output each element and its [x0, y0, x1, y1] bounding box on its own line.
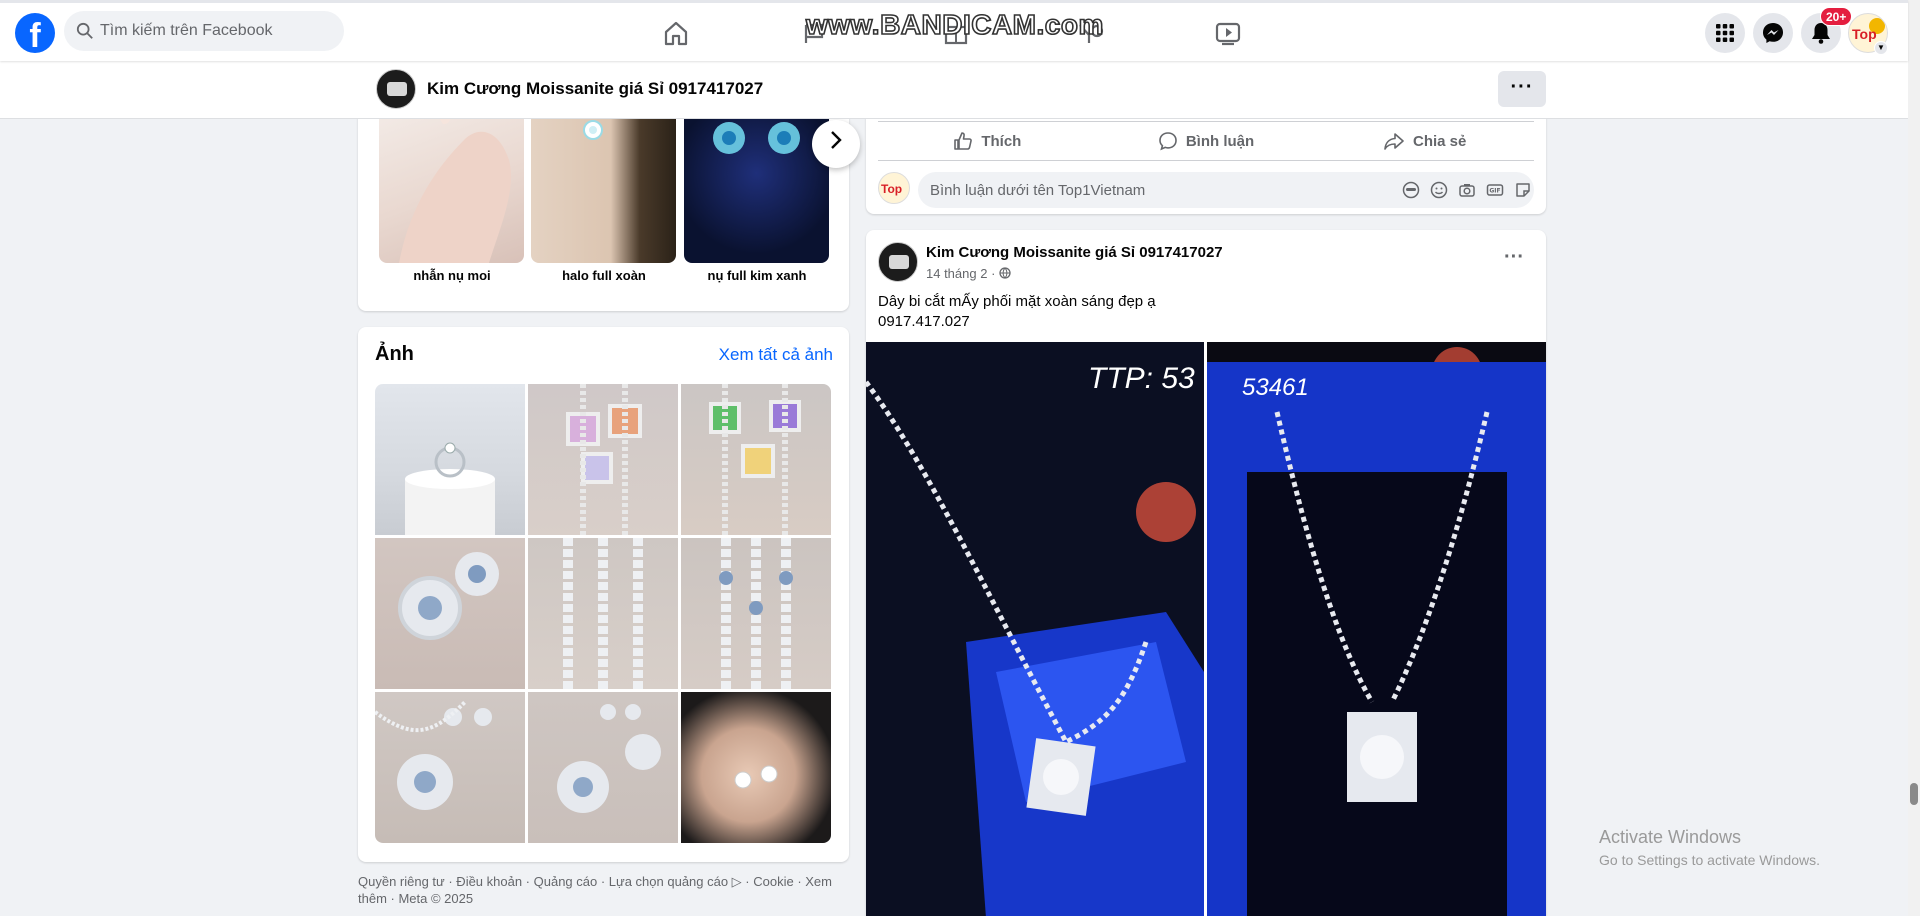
chevron-down-icon[interactable]: ▼: [1874, 41, 1888, 55]
post-image-1[interactable]: TTP: 53: [866, 342, 1204, 916]
photo-thumbnail-4[interactable]: [375, 538, 525, 689]
photos-card: Ảnh Xem tất cả ảnh: [358, 327, 849, 862]
sticker-icon[interactable]: [1514, 181, 1532, 199]
featured-label-1[interactable]: nhẫn nụ moi: [376, 268, 528, 283]
chevron-right-icon: [831, 131, 842, 149]
blue-stone-bracelets-photo: [719, 538, 793, 689]
photos-heading: Ảnh: [375, 343, 414, 365]
footer-links[interactable]: Quyền riêng tư · Điều khoản · Quảng cáo …: [358, 873, 858, 907]
featured-label-3[interactable]: nụ full kim xanh: [681, 268, 833, 283]
like-button[interactable]: Thích: [878, 122, 1097, 160]
photo-thumbnail-9[interactable]: [681, 692, 831, 843]
menu-grid-icon: [1716, 24, 1734, 42]
avatar-sticker-icon[interactable]: [1402, 181, 1420, 199]
search-input[interactable]: [100, 22, 330, 40]
post-card: Kim Cương Moissanite giá Sỉ 0917417027 1…: [866, 230, 1546, 916]
featured-collection-card: nhẫn nụ moi halo full xoàn nụ full kim x…: [358, 100, 849, 311]
post-image-2[interactable]: 53461: [1207, 342, 1546, 916]
menu-button[interactable]: [1705, 13, 1745, 53]
photo-thumbnail-1[interactable]: [375, 384, 525, 535]
image-code-right: 53461: [1242, 374, 1309, 401]
post-text-line-1: Dây bi cắt mẤy phối mặt xoàn sáng đẹp ạ: [878, 293, 1156, 310]
jewelry-set-photo: [375, 700, 492, 810]
messenger-icon: [1763, 23, 1783, 43]
svg-text:GIF: GIF: [1489, 188, 1500, 195]
photo-thumbnail-8[interactable]: [528, 692, 678, 843]
share-arrow-icon: [1384, 133, 1404, 150]
commenter-logo-text: Top: [881, 182, 903, 196]
separator-dot: ·: [991, 266, 1000, 281]
notification-badge: 20+: [1820, 7, 1853, 26]
recording-watermark: www.BANDICAM.com: [805, 8, 1104, 41]
home-icon[interactable]: [660, 17, 692, 49]
photo-thumbnail-7[interactable]: [375, 692, 525, 843]
ring-box-photo: [405, 442, 495, 535]
necklace-in-blue-box-image: [1207, 342, 1546, 916]
photo-thumbnail-6[interactable]: [681, 538, 831, 689]
post-text: Dây bi cắt mẤy phối mặt xoàn sáng đẹp ạ …: [878, 292, 1156, 332]
page-more-button[interactable]: ···: [1498, 71, 1546, 107]
pendant-set-photo: [557, 704, 661, 813]
post-date[interactable]: 14 tháng 2: [926, 266, 987, 281]
messenger-button[interactable]: [1753, 13, 1793, 53]
comment-bubble-icon: [1159, 132, 1177, 151]
page-header-bar: Kim Cương Moissanite giá Sỉ 0917417027 ·…: [0, 61, 1908, 119]
like-label: Thích: [981, 132, 1022, 150]
reaction-bar: Thích Bình luận Chia sẻ: [878, 121, 1534, 161]
emoji-icon[interactable]: [1430, 181, 1448, 199]
post-timestamp[interactable]: 14 tháng 2 ·: [926, 266, 1011, 281]
globe-icon: [999, 267, 1011, 279]
commenter-avatar[interactable]: Top: [878, 172, 910, 204]
double-stone-ring-photo: [734, 765, 778, 789]
search-box[interactable]: [64, 11, 344, 51]
facebook-logo[interactable]: f: [15, 13, 55, 53]
post-text-line-2: 0917.417.027: [878, 313, 970, 330]
scrollbar-thumb[interactable]: [1910, 783, 1918, 805]
image-code-left: TTP: 53: [1088, 362, 1195, 395]
top-navigation-bar: f www.BANDICAM.com 20+ Top ▼: [0, 0, 1908, 61]
comment-label: Bình luận: [1185, 132, 1255, 150]
page-scrollbar[interactable]: [1908, 0, 1920, 916]
comment-input[interactable]: [930, 172, 1370, 208]
photo-thumbnail-3[interactable]: [681, 384, 831, 535]
search-icon: [76, 22, 93, 39]
video-icon[interactable]: [1212, 17, 1244, 49]
post-author-name[interactable]: Kim Cương Moissanite giá Sỉ 0917417027: [926, 244, 1223, 261]
share-button[interactable]: Chia sẻ: [1315, 122, 1534, 160]
see-all-photos-link[interactable]: Xem tất cả ảnh: [719, 345, 833, 365]
page-title[interactable]: Kim Cương Moissanite giá Sỉ 0917417027: [427, 79, 763, 99]
page-avatar[interactable]: [376, 69, 416, 109]
photo-thumbnail-2[interactable]: [528, 384, 678, 535]
post-author-avatar[interactable]: [878, 242, 918, 282]
blue-stud-earrings-image: [713, 122, 800, 154]
flower-bracelet-photo: [398, 552, 499, 640]
necklace-on-blue-box-image: [866, 342, 1204, 916]
avatar-logo-text: Top: [1852, 26, 1877, 42]
green-yellow-purple-stones-photo: [709, 384, 801, 535]
activation-title: Activate Windows: [1599, 827, 1742, 847]
camera-icon[interactable]: [1458, 181, 1476, 199]
pink-orange-stones-photo: [566, 384, 642, 535]
photo-thumbnail-5[interactable]: [528, 538, 678, 689]
featured-item-blue-studs[interactable]: [684, 100, 829, 263]
share-label: Chia sẻ: [1413, 132, 1467, 150]
windows-activation-notice: Activate Windows Go to Settings to activ…: [1599, 827, 1820, 868]
tennis-bracelets-photo: [563, 538, 643, 689]
earring-image: [583, 120, 603, 140]
featured-label-2[interactable]: halo full xoàn: [528, 268, 680, 283]
gif-icon[interactable]: GIF: [1486, 181, 1504, 199]
activation-subtitle: Go to Settings to activate Windows.: [1599, 852, 1820, 868]
comment-composer[interactable]: GIF: [918, 172, 1534, 208]
post-options-button[interactable]: ···: [1496, 242, 1532, 278]
thumbs-up-icon: [954, 132, 973, 150]
featured-item-ring[interactable]: [379, 100, 524, 263]
comment-button[interactable]: Bình luận: [1097, 122, 1316, 160]
ring-on-hand-image: [399, 102, 511, 263]
featured-item-earring[interactable]: [531, 100, 676, 263]
carousel-next-button[interactable]: [812, 120, 860, 168]
